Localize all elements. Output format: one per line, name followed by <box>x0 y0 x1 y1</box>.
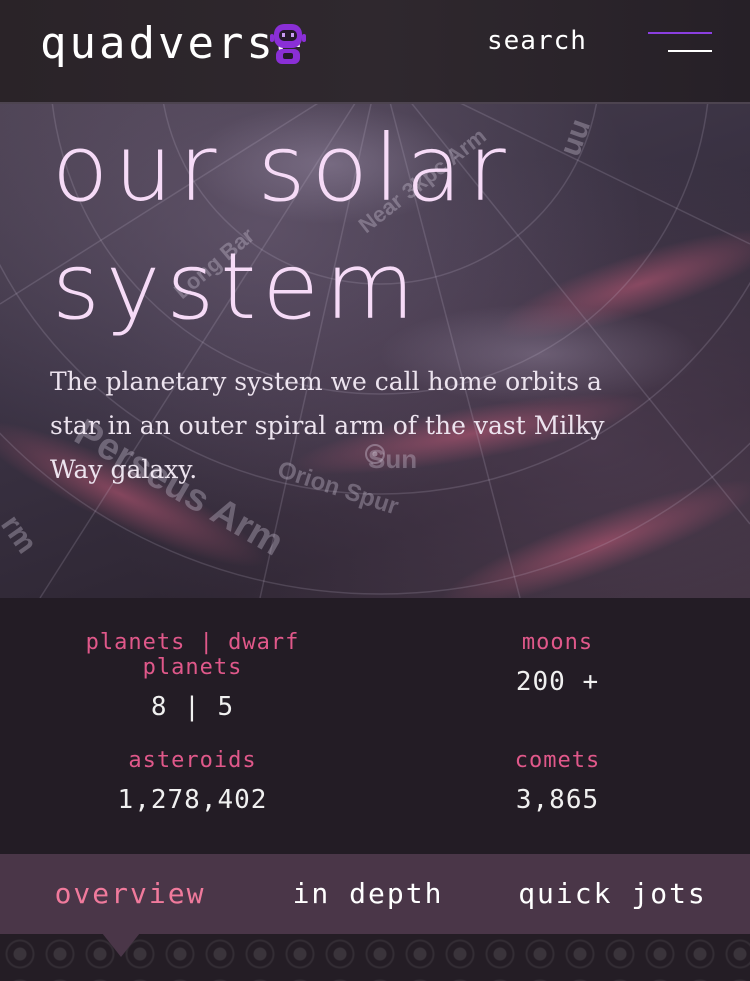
menu-line-top <box>648 32 712 34</box>
tab-in-depth[interactable]: in depth <box>258 854 478 934</box>
section-tabs: overview in depth quick jots <box>0 854 750 934</box>
map-label-arm-left: rm <box>0 509 43 559</box>
tab-overview[interactable]: overview <box>20 854 240 934</box>
page-title: our solar system <box>52 110 692 346</box>
stat-label: planets | dwarf planets <box>85 630 300 680</box>
stat-value: 3,865 <box>515 785 600 815</box>
stats-section: planets | dwarf planets 8 | 5 moons 200 … <box>0 598 750 854</box>
page-title-line-1: our solar <box>52 115 512 222</box>
search-link[interactable]: search <box>487 26 587 56</box>
tab-quick-jots[interactable]: quick jots <box>500 854 725 934</box>
stat-label: asteroids <box>128 748 257 773</box>
page-title-line-2: system <box>52 233 421 340</box>
site-header: quadverse search <box>0 0 750 104</box>
stat-moons: moons 200 + <box>430 630 685 697</box>
hero-section: Sun Orion Spur Perseus Arm Near 3kpc Arm… <box>0 104 750 598</box>
hamburger-menu-icon[interactable] <box>648 30 714 56</box>
active-tab-indicator <box>102 933 140 957</box>
astronaut-icon <box>270 24 306 64</box>
stat-label: moons <box>521 630 594 655</box>
stat-value: 8 | 5 <box>150 692 235 722</box>
menu-line-bottom <box>668 50 712 52</box>
stat-asteroids: asteroids 1,278,402 <box>40 748 345 815</box>
stat-label: comets <box>514 748 601 773</box>
stat-planets: planets | dwarf planets 8 | 5 <box>40 630 345 722</box>
stat-value: 200 + <box>515 667 600 697</box>
site-logo[interactable]: quadverse <box>40 18 305 69</box>
stat-comets: comets 3,865 <box>430 748 685 815</box>
hero-description: The planetary system we call home orbits… <box>50 367 605 484</box>
stat-value: 1,278,402 <box>117 785 268 815</box>
